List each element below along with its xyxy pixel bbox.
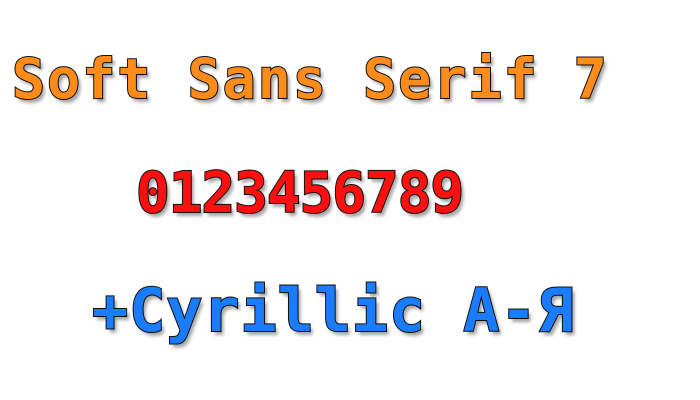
font-sample-canvas: Soft Sans Serif 7 0123456789 +Cyrillic A… (0, 0, 700, 400)
font-name-line: Soft Sans Serif 7 (11, 47, 609, 111)
cyrillic-support-line: +Cyrillic A-Я (91, 276, 575, 346)
digits-line: 0123456789 (135, 161, 465, 226)
